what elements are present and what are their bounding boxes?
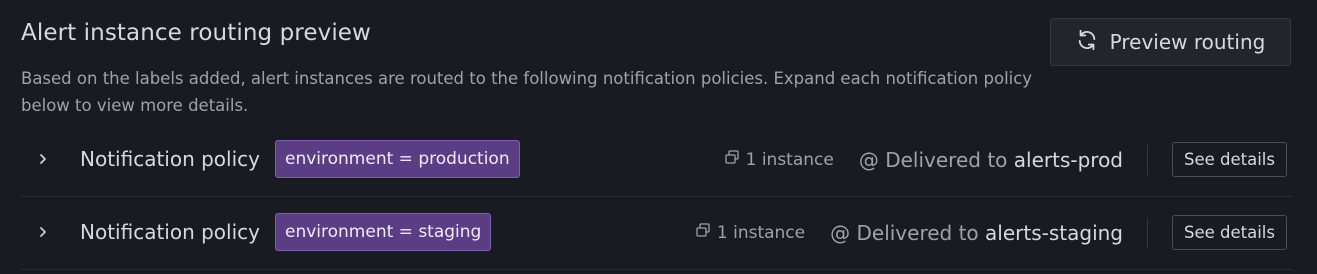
instance-count-label: 1 instance [716, 222, 806, 243]
instances-icon [724, 149, 740, 170]
matcher-badge: environment = staging [275, 213, 492, 251]
delivered-prefix: @ Delivered to [858, 147, 1008, 172]
delivered-to: @ Delivered to alerts-prod [859, 148, 1123, 172]
contact-point: alerts-prod [1013, 147, 1123, 172]
refresh-icon [1076, 29, 1098, 56]
policy-label: Notification policy [80, 220, 260, 244]
chevron-right-icon[interactable] [35, 222, 51, 242]
policy-row: Notification policy environment = produc… [21, 123, 1293, 197]
divider [1147, 144, 1148, 175]
preview-routing-label: Preview routing [1109, 30, 1266, 54]
policy-row: Notification policy environment = stagin… [21, 196, 1293, 270]
see-details-button[interactable]: See details [1172, 215, 1287, 250]
contact-point: alerts-staging [985, 220, 1123, 245]
matcher-badge: environment = production [275, 140, 520, 178]
divider [1147, 217, 1148, 248]
instance-count: 1 instance [695, 222, 805, 243]
policy-label: Notification policy [80, 147, 260, 171]
delivered-to: @ Delivered to alerts-staging [830, 221, 1123, 245]
chevron-right-icon[interactable] [35, 149, 51, 169]
instance-count-label: 1 instance [745, 149, 834, 170]
page-description: Based on the labels added, alert instanc… [21, 69, 1033, 115]
see-details-button[interactable]: See details [1172, 142, 1287, 177]
page-title: Alert instance routing preview [21, 20, 371, 46]
delivered-prefix: @ Delivered to [830, 220, 979, 245]
instances-icon [695, 222, 711, 243]
instance-count: 1 instance [724, 149, 834, 170]
preview-routing-button[interactable]: Preview routing [1050, 18, 1291, 66]
